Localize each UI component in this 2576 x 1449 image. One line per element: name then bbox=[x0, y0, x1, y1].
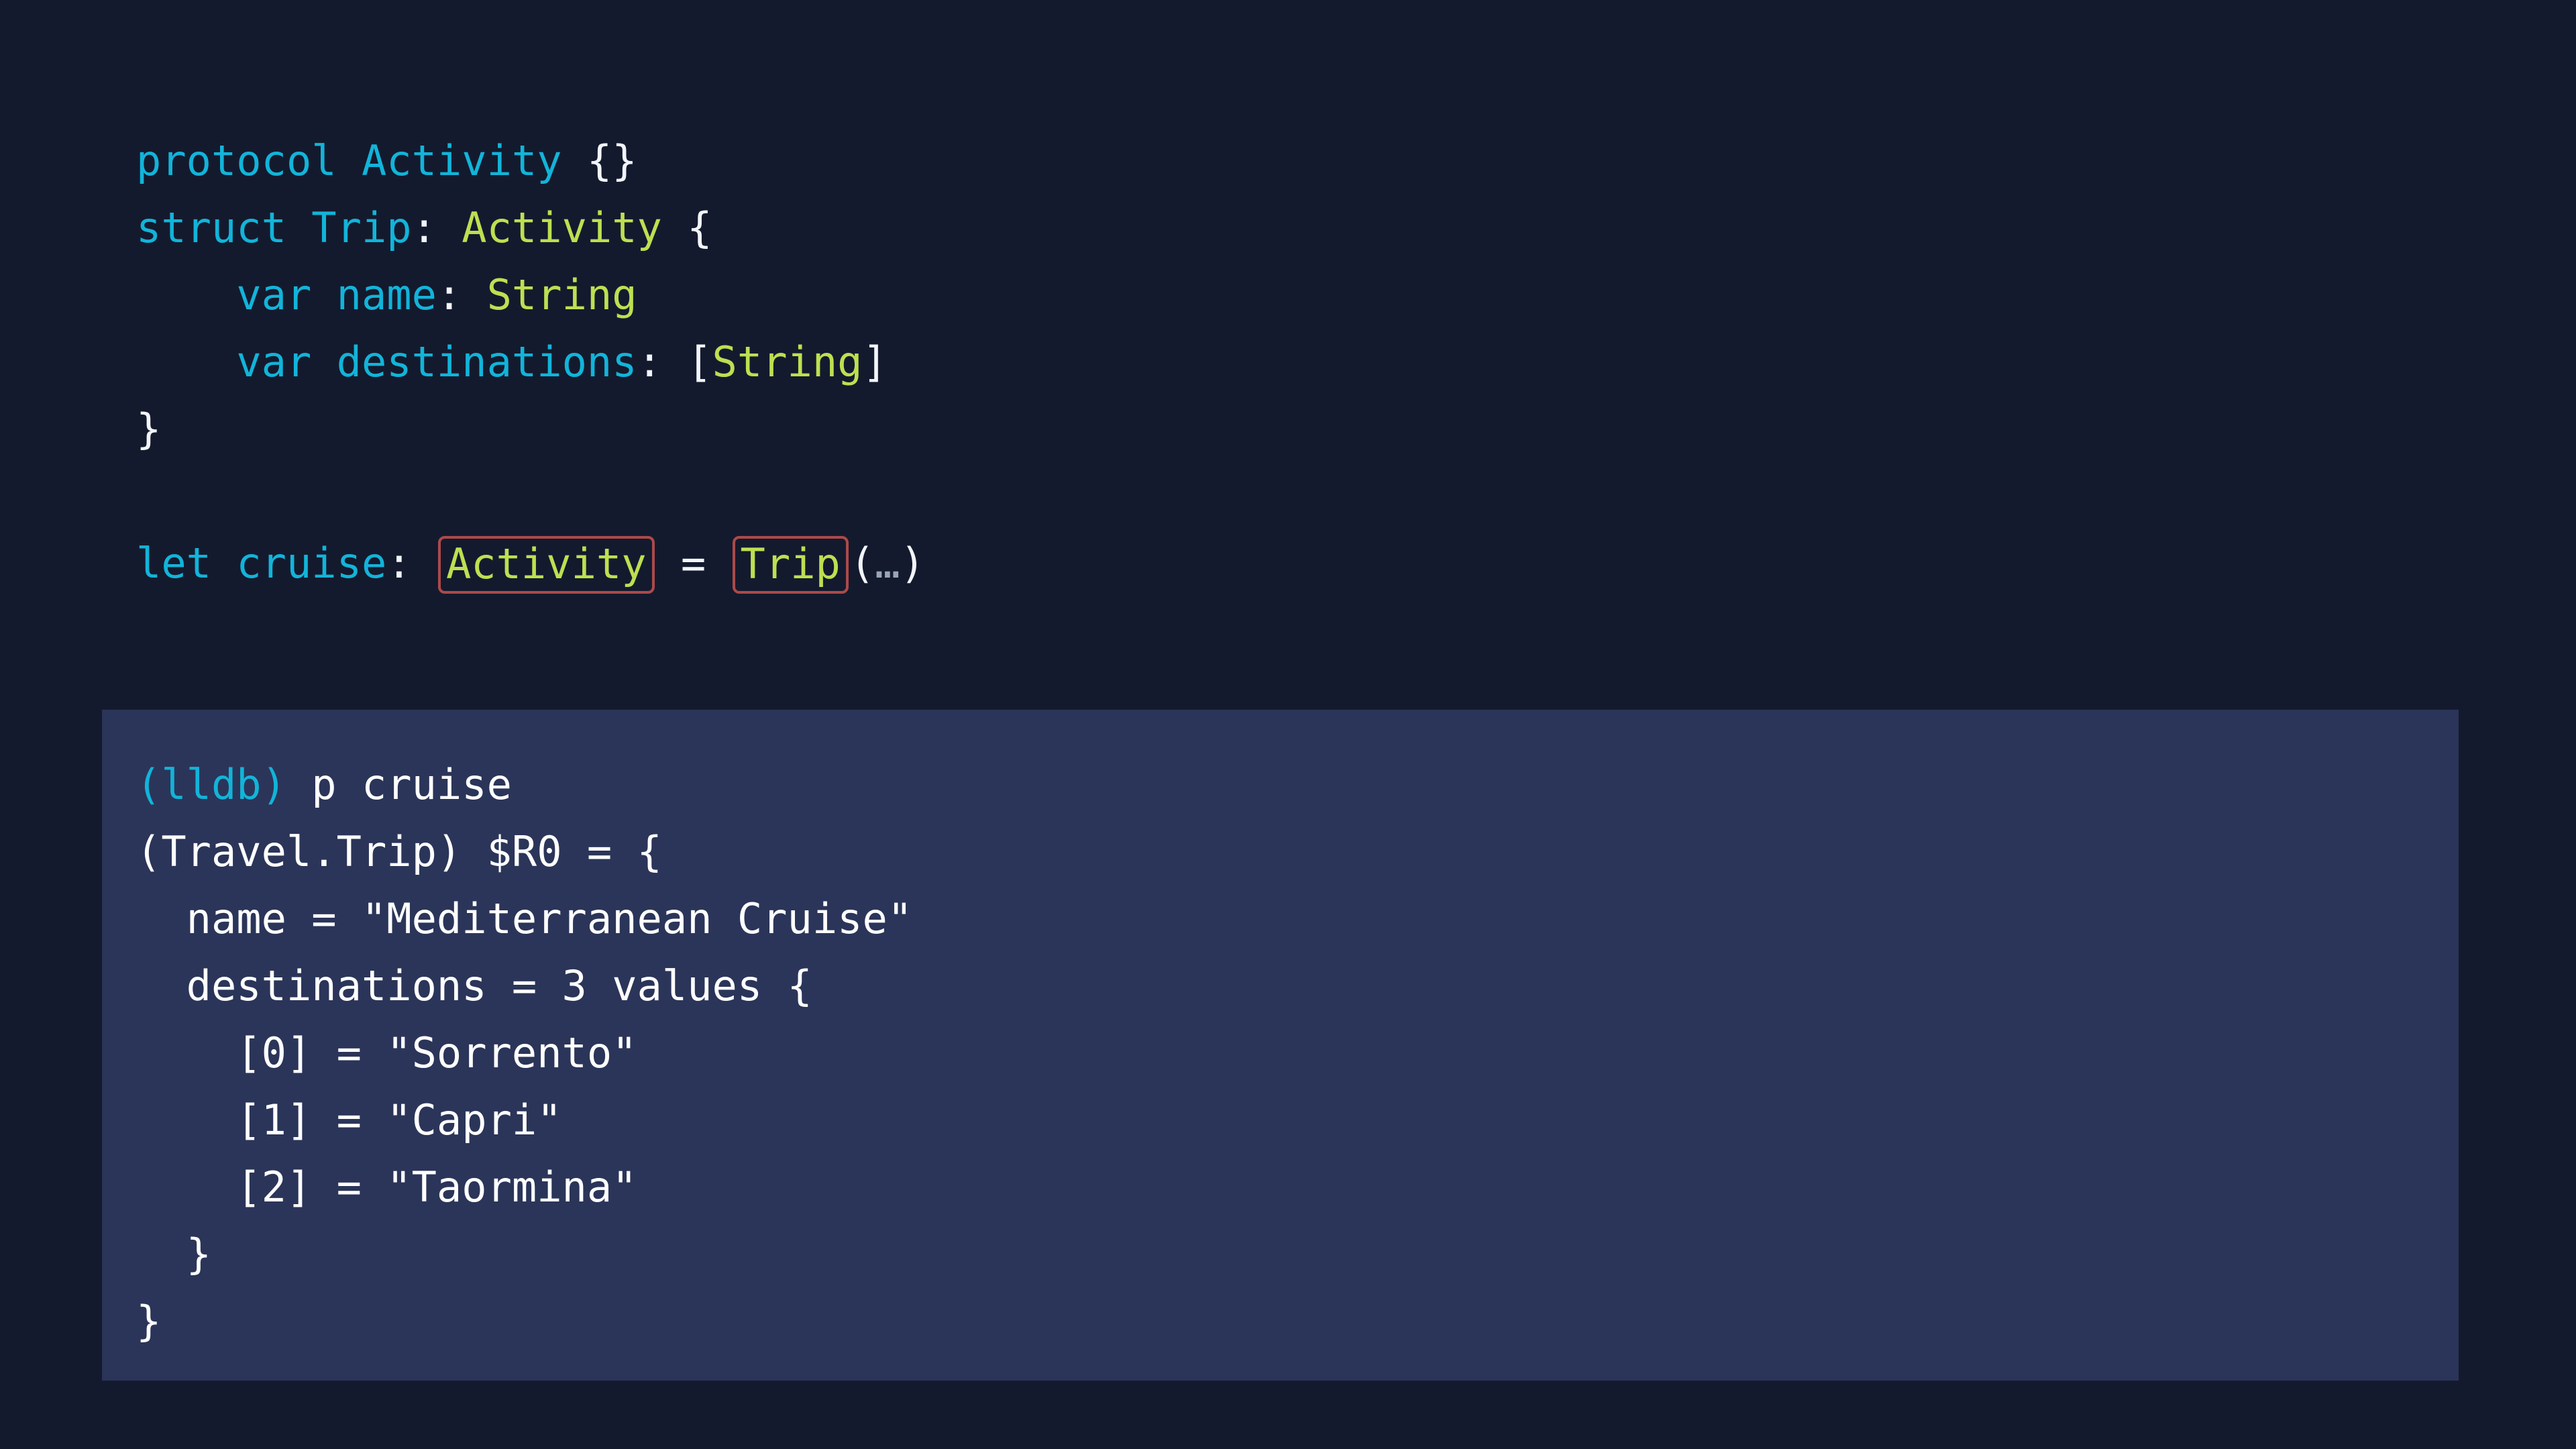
highlight-box-trip: Trip bbox=[732, 535, 849, 594]
code-token: Activity bbox=[462, 203, 662, 252]
code-token: {} bbox=[586, 136, 637, 185]
code-token: } bbox=[136, 405, 162, 453]
code-line-var-destinations: var destinations: [String] bbox=[136, 329, 2484, 396]
code-token: ] bbox=[862, 337, 888, 386]
console-output-line: destinations = 3 values { bbox=[136, 961, 812, 1010]
console-output-line: name = "Mediterranean Cruise" bbox=[136, 894, 913, 943]
code-token: { bbox=[687, 203, 712, 252]
code-line-blank-1 bbox=[136, 463, 2484, 530]
code-token: [ bbox=[687, 337, 712, 386]
console-output-line: [2] = "Taormina" bbox=[136, 1163, 637, 1212]
code-token-activity: Activity bbox=[445, 539, 647, 588]
code-token: protocol bbox=[136, 136, 337, 185]
code-line-protocol-activity: protocol Activity {} bbox=[136, 127, 2484, 195]
code-token: : bbox=[637, 337, 688, 386]
console-output-area[interactable]: (lldb) p cruise (Travel.Trip) $R0 = { nam… bbox=[136, 751, 2417, 1355]
code-token-trip: Trip bbox=[740, 539, 841, 588]
code-token: struct bbox=[136, 203, 286, 252]
code-token: cruise bbox=[236, 539, 387, 588]
code-token: … bbox=[875, 539, 900, 588]
console-output-line: [0] = "Sorrento" bbox=[136, 1028, 637, 1077]
lldb-console-panel[interactable]: (lldb) p cruise (Travel.Trip) $R0 = { nam… bbox=[102, 710, 2459, 1381]
code-token: var bbox=[236, 270, 312, 319]
code-token: let bbox=[136, 539, 211, 588]
code-token: String bbox=[712, 337, 863, 386]
code-line-let-cruise: let cruise: Activity = Trip (…) bbox=[136, 530, 2484, 597]
code-token: ) bbox=[900, 539, 925, 588]
code-token: name bbox=[336, 270, 437, 319]
code-token: ( bbox=[849, 539, 875, 588]
code-line-var-name: var name: String bbox=[136, 262, 2484, 329]
lldb-command-text[interactable]: p cruise bbox=[311, 760, 512, 809]
console-output-line: } bbox=[136, 1230, 211, 1279]
console-output-line: [1] = "Capri" bbox=[136, 1095, 562, 1144]
lldb-prompt-label: (lldb) bbox=[136, 760, 286, 809]
code-token: : bbox=[436, 270, 487, 319]
code-token: Trip bbox=[311, 203, 412, 252]
console-prompt-line: (lldb) p cruise bbox=[136, 751, 2417, 818]
console-output-line: (Travel.Trip) $R0 = { bbox=[136, 827, 662, 876]
code-line-struct-trip: struct Trip: Activity { bbox=[136, 195, 2484, 262]
console-output-line: } bbox=[136, 1297, 162, 1346]
code-token: String bbox=[486, 270, 637, 319]
code-token: destinations bbox=[336, 337, 637, 386]
code-line-struct-close: } bbox=[136, 396, 2484, 463]
code-token: : bbox=[411, 203, 462, 252]
code-token: = bbox=[655, 539, 731, 588]
highlight-box-activity: Activity bbox=[437, 535, 655, 594]
prompt-spacer bbox=[286, 760, 311, 809]
code-token: Activity bbox=[361, 136, 562, 185]
swift-code-block: protocol Activity {} struct Trip: Activit… bbox=[136, 127, 2484, 597]
code-token: : bbox=[386, 539, 437, 588]
code-token: var bbox=[236, 337, 312, 386]
